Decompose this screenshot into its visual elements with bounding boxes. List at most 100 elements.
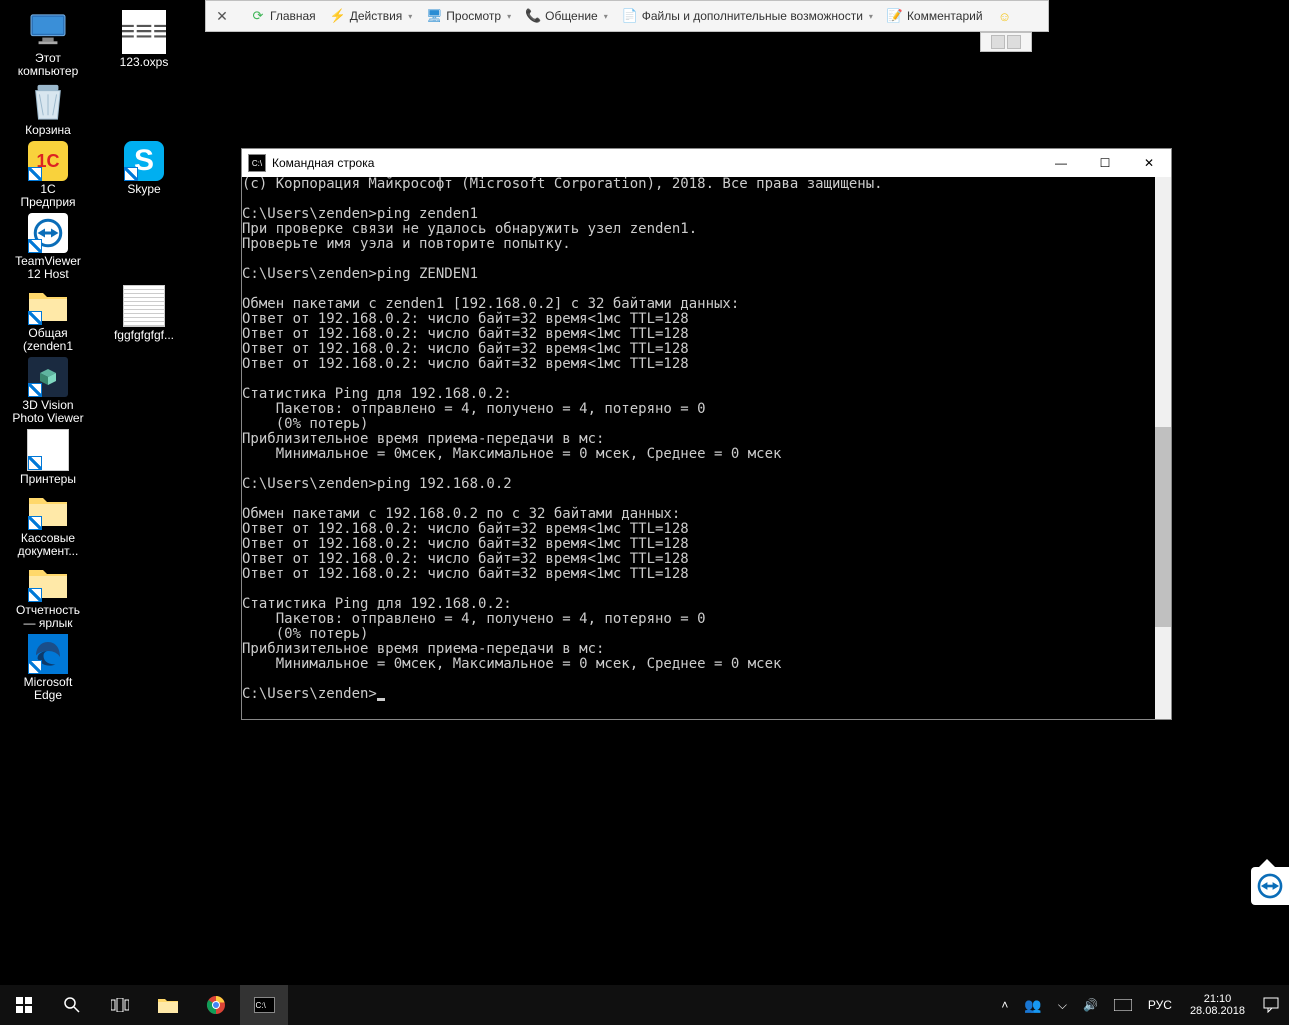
bin-icon (28, 82, 68, 122)
rc-actions-label: Действия (350, 9, 403, 23)
scrollbar[interactable] (1155, 177, 1171, 719)
rc-files-button[interactable]: 📄 Файлы и дополнительные возможности ▾ (616, 5, 879, 27)
rc-feedback-button[interactable]: ☺ (991, 5, 1019, 27)
tray-notifications[interactable] (1259, 985, 1283, 1025)
taskbar-chrome[interactable] (192, 985, 240, 1025)
chrome-icon (206, 995, 226, 1015)
doc-icon: ≡≡≡≡≡≡≡≡≡ (122, 10, 166, 54)
folder-icon (158, 997, 178, 1013)
tray-network[interactable]: ⌵ (1054, 985, 1071, 1025)
icon-label: 3D Vision Photo Viewer (12, 399, 83, 425)
icon-label: Skype (127, 183, 160, 196)
rc-comment-label: Комментарий (907, 9, 983, 23)
chevron-down-icon: ▾ (869, 12, 873, 21)
1c-icon: 1С (28, 141, 68, 181)
desktop-icon-корзина[interactable]: Корзина (10, 82, 86, 137)
rc-view-button[interactable]: 🖥 Просмотр ▾ (420, 5, 517, 27)
teamviewer-badge[interactable] (1251, 867, 1289, 905)
remote-control-toolbar: ✕ ⟳ Главная ⚡ Действия ▾ 🖥 Просмотр ▾ 📞 … (205, 0, 1049, 32)
desktop-icon-microsoft-edge[interactable]: Microsoft Edge (10, 634, 86, 702)
edge-icon (28, 634, 68, 674)
taskview-icon (111, 998, 129, 1012)
tray-keyboard[interactable] (1110, 985, 1136, 1025)
taskbar-explorer[interactable] (144, 985, 192, 1025)
desktop-icon-кассовые-документ-[interactable]: Кассовые документ... (10, 490, 86, 558)
cmd-icon: C:\ (248, 154, 266, 172)
fullscreen-icon (1007, 35, 1021, 49)
file-icon: 📄 (622, 8, 638, 24)
desktop-icon-3d-vision-photo-viewer[interactable]: 3D Vision Photo Viewer (10, 357, 86, 425)
printer-icon (27, 429, 69, 471)
terminal-output[interactable]: (c) Корпорация Майкрософт (Microsoft Cor… (242, 177, 1155, 719)
skype-icon: S (124, 141, 164, 181)
rc-files-label: Файлы и дополнительные возможности (642, 9, 863, 23)
chevron-down-icon: ▾ (507, 12, 511, 21)
icon-label: Microsoft Edge (24, 676, 73, 702)
volume-icon: 🔊 (1083, 998, 1098, 1012)
close-button[interactable]: ✕ (1127, 149, 1171, 177)
tray-chevron-up[interactable]: ˄ (997, 985, 1012, 1025)
desktop-icon-отчетность-ярлык[interactable]: Отчетность — ярлык (10, 562, 86, 630)
desktop-icon-skype[interactable]: S Skype (106, 141, 182, 209)
rc-scale-toolbar[interactable] (980, 32, 1032, 52)
desktop-icon-123-oxps[interactable]: ≡≡≡≡≡≡≡≡≡ 123.oxps (106, 10, 182, 78)
start-button[interactable] (0, 985, 48, 1025)
cmd-icon: C:\ (254, 997, 275, 1013)
search-button[interactable] (48, 985, 96, 1025)
desktop-icon-teamviewer-12-host[interactable]: TeamViewer 12 Host (10, 213, 86, 281)
monitor-icon (28, 10, 68, 50)
taskview-button[interactable] (96, 985, 144, 1025)
rc-close-button[interactable]: ✕ (212, 6, 232, 26)
rc-comment-button[interactable]: 📝 Комментарий (881, 5, 989, 27)
chevron-down-icon: ▾ (408, 12, 412, 21)
smile-icon: ☺ (997, 8, 1013, 24)
chevron-down-icon: ▾ (604, 12, 608, 21)
icon-label: fggfgfgfgf... (114, 329, 174, 342)
folder-icon (28, 285, 68, 325)
people-icon: 👥 (1024, 997, 1041, 1014)
icon-label: Кассовые документ... (18, 532, 79, 558)
maximize-button[interactable]: ☐ (1083, 149, 1127, 177)
icon-label: Отчетность — ярлык (16, 604, 80, 630)
system-tray: ˄ 👥 ⌵ 🔊 РУС 21:10 28.08.2018 (997, 985, 1289, 1025)
bolt-icon: ⚡ (330, 8, 346, 24)
windows-icon (16, 997, 32, 1013)
tray-people[interactable]: 👥 (1020, 985, 1045, 1025)
folder-icon (28, 562, 68, 602)
rc-view-label: Просмотр (446, 9, 501, 23)
teamviewer-icon (1257, 873, 1283, 899)
tray-language[interactable]: РУС (1144, 985, 1176, 1025)
3d-icon (28, 357, 68, 397)
scrollbar-thumb[interactable] (1155, 427, 1171, 627)
window-titlebar[interactable]: C:\ Командная строка — ☐ ✕ (242, 149, 1171, 177)
desktop-icon-этот-компьютер[interactable]: Этот компьютер (10, 10, 86, 78)
icon-label: Корзина (25, 124, 71, 137)
monitor-icon: 🖥 (426, 8, 442, 24)
network-icon: ⌵ (1058, 998, 1067, 1013)
desktop-icon-принтеры[interactable]: Принтеры (10, 429, 86, 486)
phone-icon: 📞 (525, 8, 541, 24)
icon-label: Принтеры (20, 473, 76, 486)
desktop-icon-1с-предприя[interactable]: 1С1С Предприя (10, 141, 86, 209)
note-icon: 📝 (887, 8, 903, 24)
cursor (377, 698, 385, 701)
icon-label: 123.oxps (120, 56, 169, 69)
folder-icon (28, 490, 68, 530)
icon-label: TeamViewer 12 Host (15, 255, 81, 281)
tray-volume[interactable]: 🔊 (1079, 985, 1102, 1025)
clock-time: 21:10 (1204, 993, 1232, 1005)
taskbar-cmd[interactable]: C:\ (240, 985, 288, 1025)
rc-home-button[interactable]: ⟳ Главная (244, 5, 322, 27)
rc-communicate-button[interactable]: 📞 Общение ▾ (519, 5, 614, 27)
icon-label: Общая (zenden1 (23, 327, 73, 353)
notification-icon (1263, 997, 1279, 1013)
rc-actions-button[interactable]: ⚡ Действия ▾ (324, 5, 419, 27)
minimize-button[interactable]: — (1039, 149, 1083, 177)
tray-clock[interactable]: 21:10 28.08.2018 (1184, 993, 1251, 1017)
taskbar: C:\ ˄ 👥 ⌵ 🔊 РУС 21:10 28.08.2018 (0, 985, 1289, 1025)
desktop-icon-общая-zenden1[interactable]: Общая (zenden1 (10, 285, 86, 353)
desktop-icon-fggfgfgfgf-[interactable]: fggfgfgfgf... (106, 285, 182, 353)
command-prompt-window: C:\ Командная строка — ☐ ✕ (c) Корпораци… (241, 148, 1172, 720)
clock-date: 28.08.2018 (1190, 1005, 1245, 1017)
chevron-up-icon: ˄ (1001, 998, 1008, 1012)
